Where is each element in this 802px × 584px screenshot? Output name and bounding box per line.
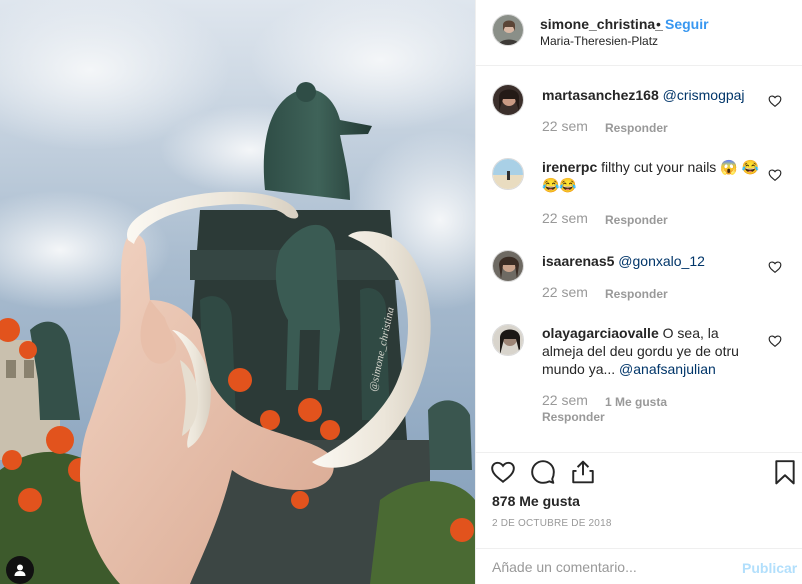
- comment-username[interactable]: olayagarciaovalle: [542, 325, 659, 341]
- comment-mention[interactable]: @anafsanjulian: [619, 361, 716, 377]
- comment-username[interactable]: isaarenas5: [542, 253, 614, 269]
- likes-count[interactable]: 878 Me gusta: [492, 493, 580, 509]
- publish-button[interactable]: Publicar: [742, 560, 797, 576]
- post-side-panel: simone_christina_ • Seguir Maria-Theresi…: [475, 0, 802, 584]
- post-photo[interactable]: @simone_christina: [0, 0, 475, 584]
- reply-button[interactable]: Responder: [605, 213, 668, 227]
- comment-text: martasanchez168 @crismogpaj: [542, 86, 762, 104]
- comment-meta: 22 sem: [542, 284, 588, 300]
- like-comment-heart-icon[interactable]: [768, 260, 782, 274]
- comment-time[interactable]: 22 sem: [542, 210, 588, 226]
- commenter-avatar[interactable]: [492, 84, 524, 116]
- comment-text: irenerpc filthy cut your nails 😱 😂😂😂: [542, 158, 762, 194]
- author-avatar[interactable]: [492, 14, 524, 46]
- post-image: @simone_christina: [0, 0, 475, 584]
- comment-composer: Publicar: [476, 548, 802, 584]
- author-username[interactable]: simone_christina_: [540, 16, 663, 32]
- comment-text: isaarenas5 @gonxalo_12: [542, 252, 762, 270]
- follow-button[interactable]: Seguir: [665, 16, 709, 32]
- comment-username[interactable]: martasanchez168: [542, 87, 659, 103]
- commenter-avatar[interactable]: [492, 250, 524, 282]
- comments-list[interactable]: martasanchez168 @crismogpaj 22 sem Respo…: [476, 66, 802, 452]
- post-date[interactable]: 2 DE OCTUBRE DE 2018: [492, 518, 612, 529]
- comment-time[interactable]: 22 sem: [542, 392, 588, 408]
- heart-icon[interactable]: [490, 459, 516, 485]
- reply-button[interactable]: Responder: [542, 410, 605, 424]
- comment-meta: 22 sem: [542, 392, 588, 408]
- post-location[interactable]: Maria-Theresien-Platz: [540, 34, 658, 48]
- header-separator: •: [656, 16, 661, 32]
- commenter-avatar[interactable]: [492, 158, 524, 190]
- comment-text: olayagarciaovalle O sea, la almeja del d…: [542, 324, 762, 378]
- reply-button[interactable]: Responder: [605, 287, 668, 301]
- commenter-avatar[interactable]: [492, 324, 524, 356]
- bookmark-icon[interactable]: [772, 459, 798, 485]
- reply-button[interactable]: Responder: [605, 121, 668, 135]
- post-actions: 878 Me gusta 2 DE OCTUBRE DE 2018: [476, 452, 802, 560]
- comment-icon[interactable]: [530, 459, 556, 485]
- comment-time[interactable]: 22 sem: [542, 284, 588, 300]
- post-header: simone_christina_ • Seguir Maria-Theresi…: [476, 0, 802, 66]
- comment-time[interactable]: 22 sem: [542, 118, 588, 134]
- comment-mention[interactable]: @crismogpaj: [663, 87, 745, 103]
- like-comment-heart-icon[interactable]: [768, 334, 782, 348]
- comment-meta: 22 sem: [542, 210, 588, 226]
- tagged-users-button[interactable]: [6, 556, 34, 584]
- comment-mention[interactable]: @gonxalo_12: [618, 253, 705, 269]
- share-icon[interactable]: [570, 459, 596, 485]
- user-icon: [14, 564, 26, 576]
- comment-like-count[interactable]: 1 Me gusta: [605, 395, 667, 409]
- like-comment-heart-icon[interactable]: [768, 168, 782, 182]
- comment-meta: 22 sem: [542, 118, 588, 134]
- like-comment-heart-icon[interactable]: [768, 94, 782, 108]
- comment-input[interactable]: [492, 557, 732, 577]
- comment-username[interactable]: irenerpc: [542, 159, 597, 175]
